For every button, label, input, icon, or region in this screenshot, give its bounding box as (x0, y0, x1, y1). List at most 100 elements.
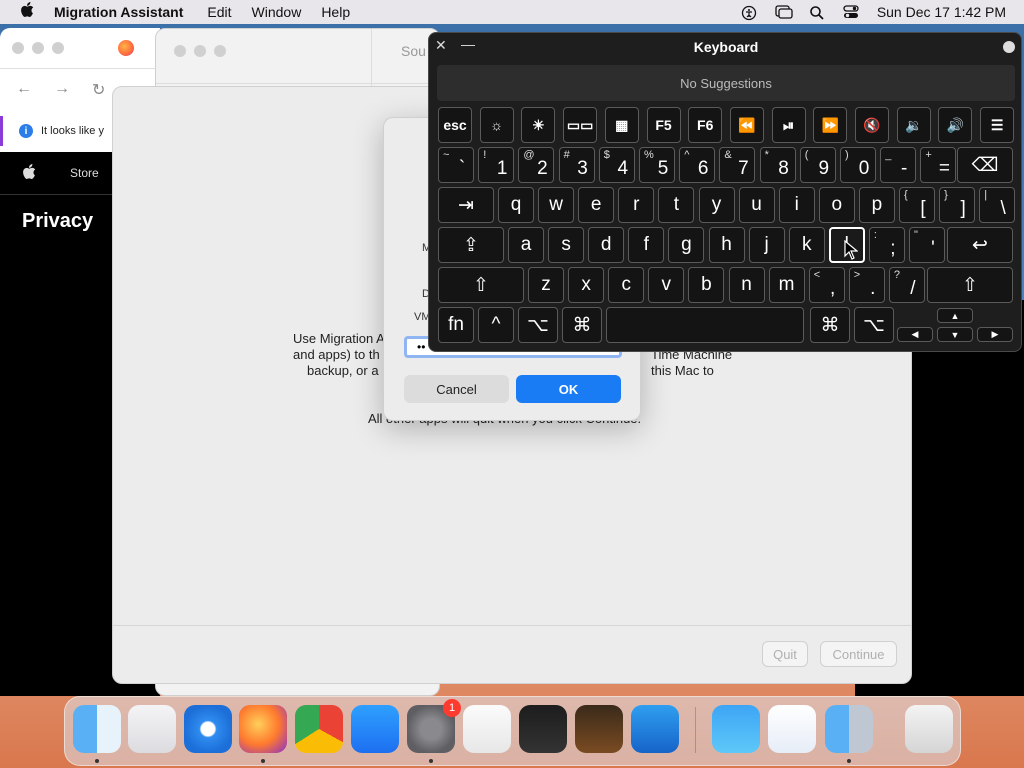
screen-mirroring-icon[interactable] (775, 5, 793, 19)
cancel-button[interactable]: Cancel (404, 375, 509, 403)
minimize-button[interactable] (194, 45, 206, 57)
key-bracket-2[interactable]: | \ (979, 187, 1016, 223)
key-p[interactable]: p (858, 187, 895, 223)
key-a[interactable]: a (508, 227, 544, 263)
key-w[interactable]: w (538, 187, 575, 223)
key-4[interactable]: #3 (558, 147, 595, 183)
key-3[interactable]: @2 (518, 147, 555, 183)
zoom-button[interactable] (214, 45, 226, 57)
help-menu[interactable]: Help (321, 4, 350, 20)
tab-key[interactable]: ⇥ (438, 187, 494, 223)
dock-weather-icon[interactable] (712, 705, 760, 753)
arrow-up-key[interactable]: ▲ (937, 308, 973, 323)
play-pause-icon[interactable]: ⏯ (771, 107, 806, 143)
key-5[interactable]: $4 (598, 147, 635, 183)
f6-key[interactable]: F6 (688, 107, 723, 143)
key-v[interactable]: v (648, 267, 685, 303)
search-icon[interactable] (809, 5, 825, 20)
key-d[interactable]: d (588, 227, 625, 263)
key-2[interactable]: ! 1 (478, 147, 515, 183)
minimize-button[interactable] (32, 42, 44, 54)
key-p0[interactable]: <, (808, 267, 845, 303)
esc-key[interactable]: esc (438, 107, 472, 143)
volume-down-icon[interactable]: 🔉 (896, 107, 931, 143)
dock-garageband-icon[interactable] (575, 705, 623, 753)
key-m[interactable]: m (768, 267, 805, 303)
apple-logo-icon[interactable] (22, 164, 36, 185)
arrow-left-key[interactable]: ◀ (897, 327, 933, 342)
key-u[interactable]: u (738, 187, 775, 223)
key-e[interactable]: e (578, 187, 615, 223)
key-8[interactable]: & 7 (719, 147, 756, 183)
fast-forward-icon[interactable]: ⏩ (813, 107, 848, 143)
key-i[interactable]: i (778, 187, 815, 223)
dock-app-store-icon[interactable] (351, 705, 399, 753)
key-g[interactable]: g (668, 227, 705, 263)
arrow-down-key[interactable]: ▼ (937, 327, 973, 342)
dock-system-settings-icon[interactable]: 1 (407, 699, 461, 753)
key-q[interactable]: q (498, 187, 534, 223)
key-k[interactable]: k (788, 227, 825, 263)
store-link[interactable]: Store (70, 166, 99, 180)
control-center-icon[interactable] (843, 5, 859, 19)
key-s[interactable]: s (548, 227, 585, 263)
close-button[interactable] (174, 45, 186, 57)
delete-key[interactable]: ⌫ (957, 147, 1013, 183)
key-b[interactable]: b (688, 267, 725, 303)
dock-keynote-icon[interactable] (768, 705, 816, 753)
dock-safari-icon[interactable] (184, 705, 232, 753)
key-n[interactable]: n (728, 267, 765, 303)
key-12[interactable]: _ - (880, 147, 917, 183)
window-menu[interactable]: Window (252, 4, 302, 20)
list-icon[interactable]: ☰ (980, 107, 1015, 143)
rewind-icon[interactable]: ⏪ (729, 107, 764, 143)
right-shift-key[interactable]: ⇧ (927, 267, 1013, 303)
dock-finder-icon[interactable] (73, 705, 121, 753)
f5-key[interactable]: F5 (646, 107, 681, 143)
left-command-key[interactable]: ⌘ (562, 307, 602, 343)
key-punct-0[interactable]: :; (868, 227, 905, 263)
apple-icon[interactable] (0, 1, 54, 23)
capslock-key[interactable]: ⇪ (438, 227, 504, 263)
key-punct-1[interactable]: " ' (909, 227, 945, 263)
arrow-right-key[interactable]: ▶ (977, 327, 1013, 342)
key-13[interactable]: + = (920, 147, 957, 183)
key-7[interactable]: ^ 6 (679, 147, 716, 183)
ok-button[interactable]: OK (516, 375, 621, 403)
key-1[interactable]: ~ ` (438, 147, 474, 183)
return-key[interactable]: ↩ (947, 227, 1013, 263)
key-p1[interactable]: >. (848, 267, 885, 303)
key-h[interactable]: h (708, 227, 745, 263)
key-x[interactable]: x (568, 267, 605, 303)
left-shift-key[interactable]: ⇧ (438, 267, 524, 303)
key-z[interactable]: z (528, 267, 564, 303)
key-j[interactable]: j (748, 227, 785, 263)
continue-button[interactable]: Continue (820, 641, 897, 667)
volume-up-icon[interactable]: 🔊 (938, 107, 973, 143)
zoom-button[interactable] (52, 42, 64, 54)
key-11[interactable]: ) 0 (840, 147, 876, 183)
dock-terminal-icon[interactable] (519, 705, 567, 753)
control-key[interactable]: ^ (478, 307, 514, 343)
key-10[interactable]: (9 (799, 147, 836, 183)
key-c[interactable]: c (608, 267, 645, 303)
key-y[interactable]: y (698, 187, 735, 223)
key-6[interactable]: % 5 (639, 147, 675, 183)
mute-icon[interactable]: 🔇 (855, 107, 889, 143)
options-icon[interactable] (1003, 41, 1015, 53)
key-r[interactable]: r (618, 187, 655, 223)
dock-textedit-icon[interactable] (463, 705, 511, 753)
app-menu[interactable]: Migration Assistant (54, 4, 183, 20)
dock-migration-assistant-icon[interactable] (825, 705, 873, 753)
left-option-key[interactable]: ⌥ (518, 307, 558, 343)
fn-key[interactable]: fn (438, 307, 474, 343)
back-icon[interactable]: ← (16, 80, 32, 100)
launchpad-icon[interactable]: ▦ (604, 107, 639, 143)
firefox-tab-icon[interactable] (118, 40, 134, 56)
key-t[interactable]: t (658, 187, 695, 223)
space-key[interactable] (606, 307, 804, 343)
dock-firefox-icon[interactable] (239, 705, 287, 753)
key-bracket-1[interactable]: }] (939, 187, 976, 223)
dock-visual-studio-code-icon[interactable] (631, 705, 679, 753)
dock-chrome-icon[interactable] (295, 705, 343, 753)
